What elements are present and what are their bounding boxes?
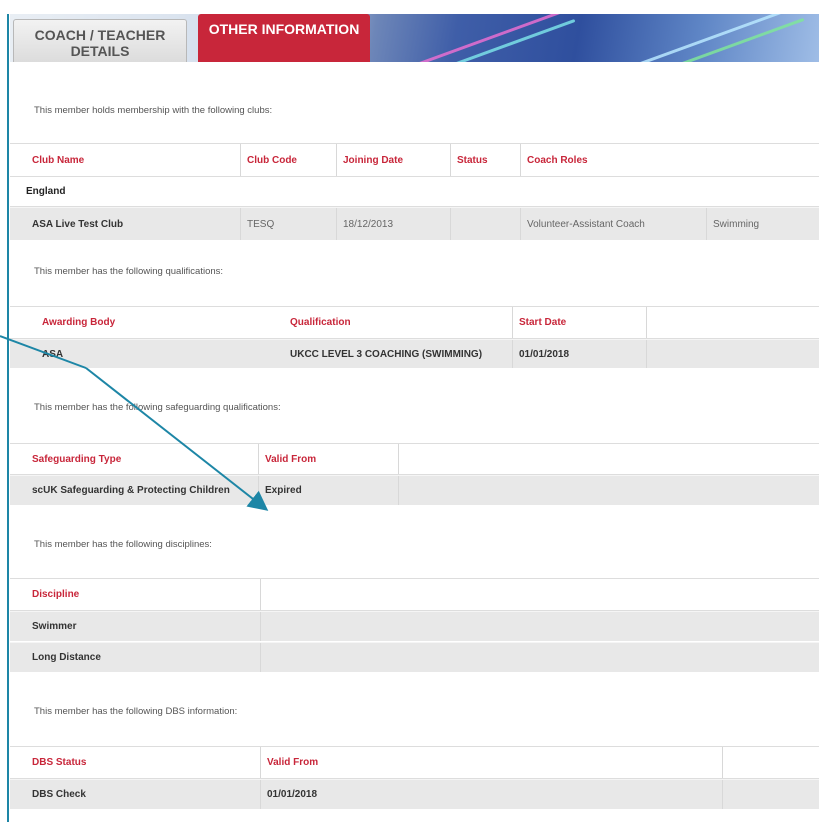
awarding-body: ASA bbox=[42, 348, 64, 360]
table-row: DBS Check 01/01/2018 bbox=[10, 779, 819, 809]
disciplines-header-row: Discipline bbox=[10, 578, 819, 611]
joining-date: 18/12/2013 bbox=[336, 208, 450, 240]
tab-coach-teacher-details[interactable]: COACH / TEACHER DETAILS bbox=[13, 19, 187, 62]
col-valid-from: Valid From bbox=[258, 444, 398, 474]
col-club-name: Club Name bbox=[32, 154, 85, 166]
disciplines-intro: This member has the following discipline… bbox=[34, 539, 212, 550]
club-code: TESQ bbox=[240, 208, 336, 240]
col-awarding-body: Awarding Body bbox=[42, 317, 116, 328]
col-dbs-status: DBS Status bbox=[32, 757, 87, 768]
safeguarding-type: scUK Safeguarding & Protecting Children bbox=[32, 485, 230, 496]
qualifications-header-row: Awarding Body Qualification Start Date bbox=[10, 306, 819, 339]
tab-other-information[interactable]: OTHER INFORMATION bbox=[198, 14, 370, 62]
club-name: ASA Live Test Club bbox=[32, 218, 124, 230]
empty-cell bbox=[722, 780, 819, 809]
region-label: England bbox=[26, 186, 66, 197]
coach-role: Volunteer-Assistant Coach bbox=[520, 208, 706, 240]
col-joining-date: Joining Date bbox=[336, 144, 450, 176]
start-date: 01/01/2018 bbox=[512, 340, 646, 368]
tab-label-line2: DETAILS bbox=[70, 43, 130, 59]
tab-label-line1: COACH / TEACHER bbox=[34, 27, 166, 43]
table-row: ASA Live Test Club TESQ 18/12/2013 Volun… bbox=[10, 207, 819, 240]
empty-cell bbox=[646, 340, 819, 368]
col-dbs-valid-from: Valid From bbox=[260, 747, 722, 778]
discipline-name: Swimmer bbox=[32, 621, 77, 632]
discipline-name: Long Distance bbox=[32, 652, 101, 663]
dbs-status: DBS Check bbox=[32, 789, 86, 800]
clubs-region-row: England bbox=[10, 177, 819, 207]
col-discipline: Discipline bbox=[32, 589, 80, 600]
safeguarding-intro: This member has the following safeguardi… bbox=[34, 402, 281, 413]
tab-label: OTHER INFORMATION bbox=[208, 21, 360, 37]
col-club-code: Club Code bbox=[240, 144, 336, 176]
col-safeguarding-type: Safeguarding Type bbox=[32, 453, 122, 465]
list-item: Long Distance bbox=[10, 642, 819, 672]
status bbox=[450, 208, 520, 240]
empty-cell bbox=[398, 476, 819, 505]
clubs-header-row: Club Name Club Code Joining Date Status … bbox=[10, 143, 819, 177]
table-row: scUK Safeguarding & Protecting Children … bbox=[10, 475, 819, 505]
col-empty bbox=[398, 444, 819, 474]
qualification-name: UKCC LEVEL 3 COACHING (SWIMMING) bbox=[290, 348, 483, 360]
dbs-valid-from: 01/01/2018 bbox=[260, 780, 722, 809]
left-border-line bbox=[7, 14, 9, 822]
col-status: Status bbox=[450, 144, 520, 176]
empty-cell bbox=[260, 643, 819, 672]
safeguarding-header-row: Safeguarding Type Valid From bbox=[10, 443, 819, 475]
col-coach-roles: Coach Roles bbox=[520, 144, 819, 176]
coach-discipline: Swimming bbox=[706, 208, 819, 240]
col-empty bbox=[646, 307, 819, 338]
col-empty bbox=[722, 747, 819, 778]
qualifications-intro: This member has the following qualificat… bbox=[34, 266, 224, 277]
table-row: ASA UKCC LEVEL 3 COACHING (SWIMMING) 01/… bbox=[10, 339, 819, 368]
col-start-date: Start Date bbox=[512, 307, 646, 338]
safeguarding-valid-from: Expired bbox=[258, 476, 398, 505]
dbs-header-row: DBS Status Valid From bbox=[10, 746, 819, 779]
col-qualification: Qualification bbox=[290, 317, 351, 328]
clubs-intro: This member holds membership with the fo… bbox=[34, 105, 273, 116]
empty-cell bbox=[260, 612, 819, 641]
dbs-intro: This member has the following DBS inform… bbox=[34, 706, 238, 717]
col-empty bbox=[260, 579, 819, 610]
list-item: Swimmer bbox=[10, 611, 819, 641]
